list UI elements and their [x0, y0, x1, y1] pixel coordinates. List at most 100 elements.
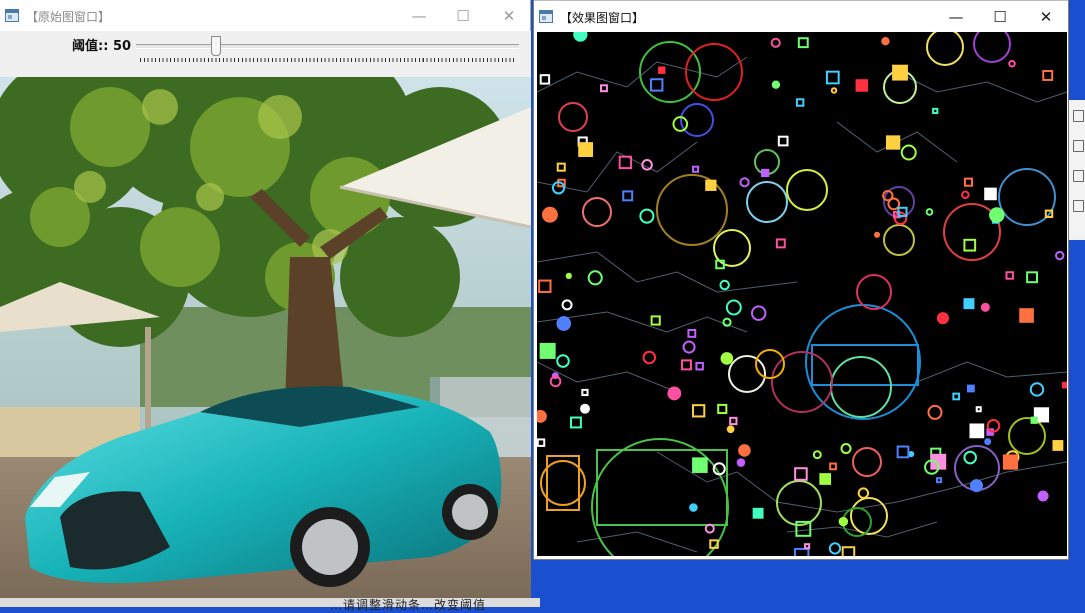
close-button[interactable]: ✕: [1024, 1, 1068, 32]
contour-mark: [1029, 382, 1045, 397]
contour-mark: [692, 457, 708, 473]
contour-mark: [680, 359, 692, 371]
contour-mark: [720, 352, 734, 365]
contour-mark: [750, 305, 767, 321]
contour-mark: [761, 168, 770, 178]
contour-mark: [969, 423, 985, 439]
contour-mark: [855, 79, 869, 92]
contour-mark: [622, 190, 634, 202]
contour-mark: [726, 425, 735, 434]
threshold-slider-track[interactable]: [136, 44, 519, 49]
contour-mark: [650, 315, 661, 326]
title-bar[interactable]: 【效果图窗口】 — ☐ ✕: [534, 0, 1068, 32]
contour-mark: [857, 487, 870, 499]
contour-mark: [969, 479, 984, 493]
contour-mark: [794, 547, 810, 556]
contour-mark: [925, 208, 934, 216]
contour-mark: [1005, 271, 1014, 280]
desktop-panel-icon: [1073, 170, 1084, 182]
contour-mark: [725, 299, 742, 316]
contour-mark: [1008, 59, 1016, 68]
desktop-console-text: …请调整滑动条…改变阈值: [330, 598, 487, 612]
contour-mark: [838, 516, 849, 527]
contour-mark: [927, 404, 943, 420]
contour-mark: [881, 37, 890, 46]
contour-mark: [963, 177, 974, 187]
contour-mark: [717, 403, 728, 415]
contour-mark: [932, 107, 939, 115]
contour-mark: [687, 329, 697, 338]
contour-mark: [580, 403, 590, 414]
maximize-button[interactable]: ☐: [978, 1, 1022, 32]
desktop-panel-icon: [1073, 200, 1084, 212]
contour-mark: [804, 543, 811, 550]
contour-mark: [830, 87, 838, 94]
contour-mark: [908, 450, 915, 458]
contour-mark: [587, 270, 603, 286]
contour-mark: [1037, 490, 1049, 502]
maximize-button[interactable]: ☐: [441, 0, 485, 31]
contour-mark: [639, 208, 655, 224]
slider-tick-marks: [140, 58, 517, 62]
contour-mark: [1002, 454, 1019, 470]
contour-mark: [936, 477, 943, 484]
contour-mark: [692, 165, 700, 173]
contour-mark: [975, 406, 982, 413]
contour-mark: [936, 312, 949, 325]
contour-mark: [570, 416, 582, 429]
app-icon: [5, 9, 19, 22]
contour-mark: [682, 340, 696, 354]
contour-mark: [719, 279, 730, 291]
desktop-panel-icon: [1073, 110, 1084, 122]
app-icon: [539, 10, 553, 23]
contour-mark: [885, 135, 901, 150]
window-title: 【原始图窗口】: [26, 10, 111, 24]
title-bar[interactable]: 【原始图窗口】 — ☐ ✕: [0, 0, 530, 31]
contour-mark: [874, 231, 881, 238]
result-canvas: [537, 32, 1067, 556]
contour-mark: [1061, 381, 1067, 389]
threshold-label: 阈值:: 50: [72, 39, 132, 54]
contour-mark: [538, 279, 552, 293]
contour-mark: [738, 444, 751, 457]
threshold-value: 50: [112, 39, 132, 54]
contour-mark: [812, 450, 822, 460]
contour-mark: [794, 467, 808, 481]
contour-mark: [1026, 271, 1038, 284]
contour-mark: [578, 142, 594, 157]
contour-mark: [900, 144, 917, 161]
contour-mark: [825, 70, 840, 85]
threshold-label-text: 阈值:: [72, 39, 104, 54]
contour-mark: [1019, 308, 1034, 323]
window-title: 【效果图窗口】: [560, 11, 645, 25]
minimize-button[interactable]: —: [934, 1, 978, 32]
contour-mark: [556, 354, 570, 368]
contour-mark: [984, 438, 992, 446]
contour-mark: [961, 190, 970, 200]
contour-mark: [963, 238, 977, 252]
contour-mark: [966, 384, 975, 393]
trackbar-panel: 阈值:: 50: [0, 31, 531, 78]
close-button[interactable]: ✕: [487, 0, 531, 31]
contour-mark: [600, 84, 608, 93]
contour-mark: [729, 416, 738, 426]
contour-mark: [581, 388, 589, 397]
contour-mark: [1030, 416, 1038, 424]
contour-mark: [771, 80, 781, 89]
threshold-slider-thumb[interactable]: [210, 36, 221, 56]
contour-mark: [556, 316, 572, 331]
contour-mark: [561, 299, 573, 311]
contour-mark: [739, 177, 750, 188]
contour-mark: [667, 386, 682, 401]
contour-mark: [692, 404, 706, 418]
original-photo: [0, 77, 531, 598]
contour-mark: [556, 162, 566, 172]
contour-mark: [841, 546, 856, 556]
contour-mark: [775, 238, 786, 249]
contour-mark: [829, 462, 837, 471]
contour-mark: [705, 179, 717, 191]
contour-mark: [980, 302, 990, 312]
contour-mark: [537, 438, 546, 447]
contour-mark: [537, 409, 547, 423]
minimize-button[interactable]: —: [397, 0, 441, 31]
